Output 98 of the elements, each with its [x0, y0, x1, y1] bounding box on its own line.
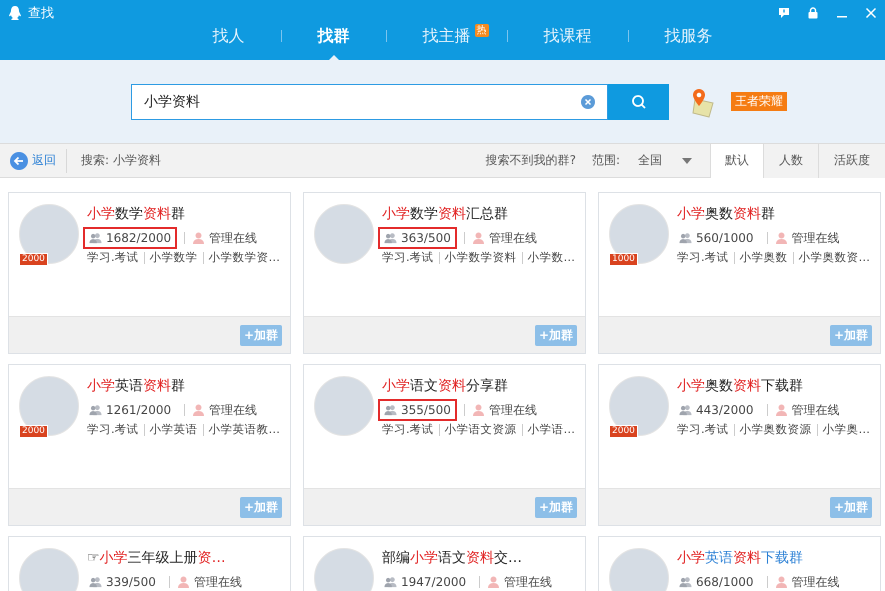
admin-status: 管理在线 — [792, 574, 840, 590]
group-tag: 学习.考试 — [677, 422, 729, 437]
members-icon — [384, 232, 397, 244]
sort-tab[interactable]: 活跃度 — [818, 144, 885, 178]
group-title[interactable]: 小学奥数资料下载群 — [677, 376, 870, 396]
search-icon — [630, 94, 646, 110]
member-count: 1261/2000 — [106, 403, 172, 417]
group-tag: 小学奥数资… — [798, 250, 870, 265]
member-count: 560/1000 — [696, 231, 754, 245]
admin-icon — [774, 576, 788, 588]
help-link[interactable]: 搜索不到我的群? — [486, 152, 576, 169]
caret-icon — [682, 158, 692, 164]
admin-status: 管理在线 — [488, 230, 537, 246]
admin-status: 管理在线 — [488, 402, 537, 418]
group-tag: 学习.考试 — [382, 422, 434, 437]
members-icon — [89, 232, 102, 244]
group-tag: 小学数… — [528, 250, 575, 265]
group-tag: 小学奥数资源 — [740, 422, 812, 437]
member-count: 1682/2000 — [106, 231, 172, 245]
admin-status: 管理在线 — [504, 574, 552, 590]
group-tag: 小学英语教… — [208, 422, 280, 437]
members-icon — [679, 232, 692, 244]
admin-icon — [487, 576, 500, 588]
admin-icon — [192, 404, 206, 416]
capacity-badge: 1000 — [609, 253, 638, 266]
group-card[interactable]: 小学数学资料汇总群 363/500 管理在线 学习.考试 小学数学资料 小学数… +加群 — [303, 192, 586, 354]
member-count: 339/500 — [106, 575, 156, 589]
sort-tab[interactable]: 人数 — [763, 144, 818, 178]
group-title[interactable]: ☞小学三年级上册资… — [87, 548, 242, 568]
clear-icon[interactable] — [581, 94, 595, 108]
group-title[interactable]: 小学数学资料汇总群 — [382, 204, 575, 224]
group-avatar-placeholder — [609, 548, 669, 591]
admin-icon — [472, 232, 485, 244]
lock-icon[interactable] — [807, 7, 819, 19]
sort-tab[interactable]: 默认 — [710, 144, 763, 178]
scope-label: 范围: — [592, 152, 620, 169]
admin-icon — [176, 576, 190, 588]
group-tag: 学习.考试 — [677, 250, 729, 265]
admin-status: 管理在线 — [792, 402, 840, 418]
group-avatar-placeholder — [19, 548, 79, 591]
group-card[interactable]: 2000 小学数学资料群 1682/2000 管理在线 学习.考试 小学数学 小学数学资… +加群 — [8, 192, 291, 354]
group-tag: 小学语… — [528, 422, 575, 437]
admin-status: 管理在线 — [792, 230, 840, 246]
penguin-logo-icon — [8, 5, 22, 21]
group-title[interactable]: 小学数学资料群 — [87, 204, 280, 224]
admin-status: 管理在线 — [194, 574, 242, 590]
group-tag: 小学数学 — [150, 250, 198, 265]
scope-dropdown[interactable]: 全国 — [620, 152, 710, 169]
group-tag: 学习.考试 — [87, 422, 139, 437]
group-tag: 小学英语 — [150, 422, 198, 437]
search-query-label: 搜索: 小学资料 — [81, 152, 161, 169]
group-tag: 小学数学资… — [208, 250, 280, 265]
group-tag: 小学数学资料 — [444, 250, 517, 265]
group-card[interactable]: 部编小学语文资料交… 1947/2000 管理在线 — [303, 536, 586, 591]
close-icon[interactable] — [865, 7, 877, 19]
admin-icon — [472, 404, 485, 416]
member-count: 668/1000 — [696, 575, 754, 589]
group-avatar-placeholder — [314, 548, 374, 591]
feedback-icon[interactable] — [778, 7, 790, 19]
members-icon — [384, 404, 397, 416]
group-card[interactable]: 1000 小学奥数资料群 560/1000 管理在线 学习.考试 小学奥数 小学奥数资… +加群 — [598, 192, 881, 354]
group-title[interactable]: 小学语文资料分享群 — [382, 376, 575, 396]
members-icon — [89, 576, 102, 588]
group-tag: 小学奥… — [822, 422, 870, 437]
group-tag: 学习.考试 — [382, 250, 434, 265]
admin-status: 管理在线 — [209, 230, 258, 246]
members-icon — [679, 576, 692, 588]
back-button[interactable]: 返回 — [0, 152, 66, 170]
member-count: 443/2000 — [696, 403, 754, 417]
hot-badge: 热 — [474, 24, 488, 37]
capacity-badge: 2000 — [19, 425, 48, 438]
window-title: 查找 — [28, 5, 54, 22]
admin-icon — [774, 404, 788, 416]
group-tag: 小学奥数 — [740, 250, 788, 265]
members-icon — [384, 576, 397, 588]
group-title[interactable]: 部编小学语文资料交… — [382, 548, 552, 568]
members-icon — [679, 404, 692, 416]
capacity-badge: 2000 — [19, 253, 48, 266]
group-card[interactable]: 小学语文资料分享群 355/500 管理在线 学习.考试 小学语文资源 小学语… +加群 — [303, 364, 586, 526]
group-title[interactable]: 小学英语资料下载群 — [677, 548, 840, 568]
group-card[interactable]: 2000 小学英语资料群 1261/2000 管理在线 学习.考试 小学英语 小学英语教… +加群 — [8, 364, 291, 526]
group-card[interactable]: ☞小学三年级上册资… 339/500 管理在线 — [8, 536, 291, 591]
members-icon — [89, 404, 102, 416]
admin-icon — [192, 232, 206, 244]
group-tag: 学习.考试 — [87, 250, 139, 265]
group-title[interactable]: 小学奥数资料群 — [677, 204, 870, 224]
member-count: 355/500 — [401, 403, 451, 417]
admin-status: 管理在线 — [209, 402, 258, 418]
capacity-badge: 2000 — [609, 425, 638, 438]
member-count: 363/500 — [401, 231, 451, 245]
member-count: 1947/2000 — [401, 575, 466, 589]
group-title[interactable]: 小学英语资料群 — [87, 376, 280, 396]
admin-icon — [774, 232, 788, 244]
search-button[interactable] — [608, 84, 669, 120]
group-card[interactable]: 2000 小学奥数资料下载群 443/2000 管理在线 学习.考试 小学奥数资源 小学奥… +加群 — [598, 364, 881, 526]
group-tag: 小学语文资源 — [444, 422, 517, 437]
group-card[interactable]: 小学英语资料下载群 668/1000 管理在线 — [598, 536, 881, 591]
search-field[interactable]: 小学资料 — [131, 84, 608, 120]
